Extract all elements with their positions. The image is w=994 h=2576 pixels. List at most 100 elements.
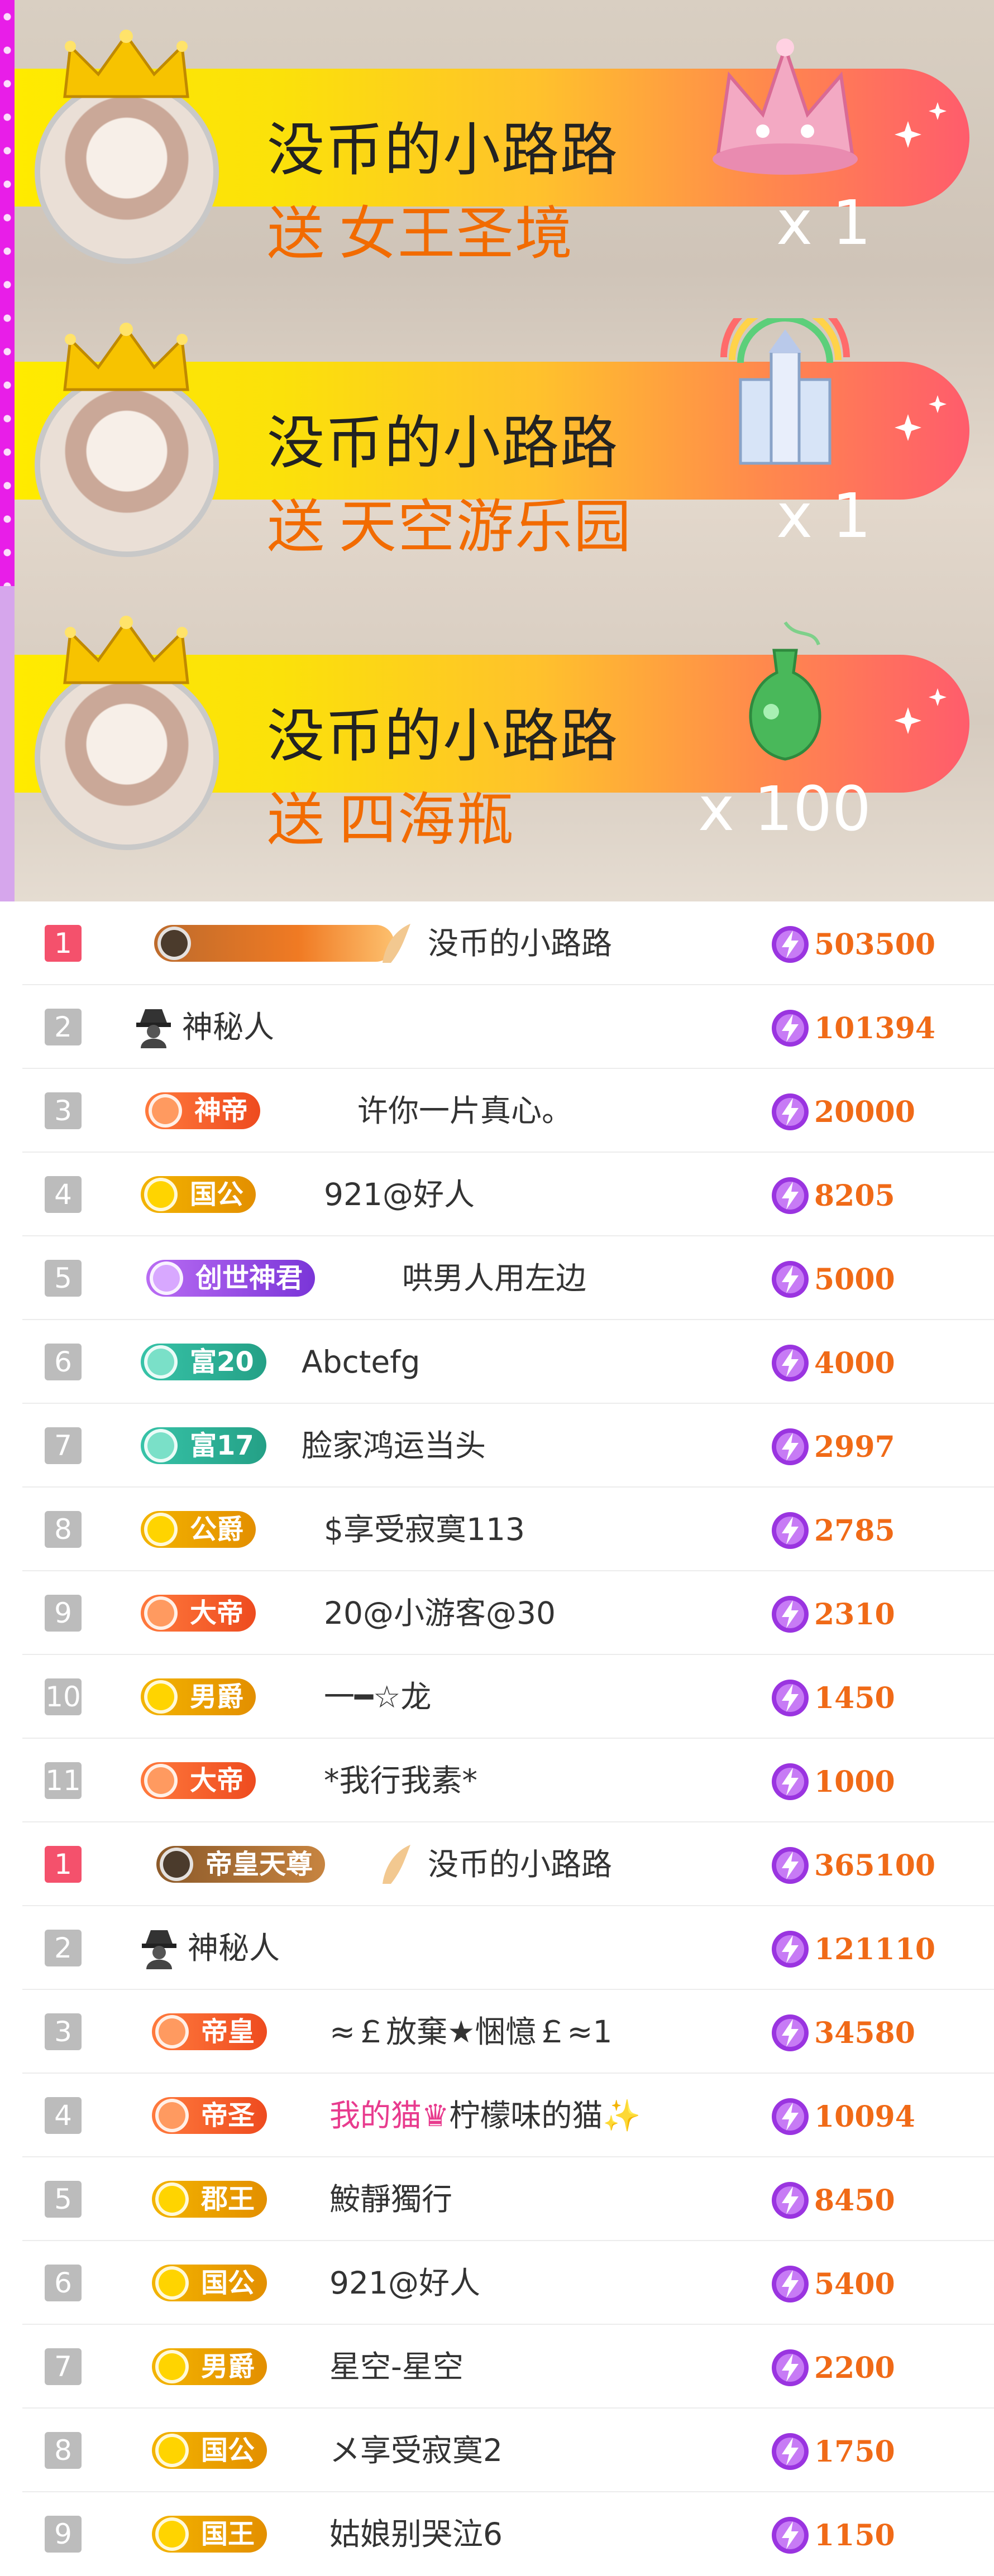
rank-number: 3 [45, 1092, 82, 1129]
rank-number: 4 [45, 2097, 82, 2134]
rank-number: 11 [45, 1762, 82, 1799]
list-item[interactable]: 1 没币的小路路 503500 [22, 901, 994, 985]
list-item[interactable]: 8 国公 メ享受寂寞2 1750 [22, 2409, 994, 2492]
list-item[interactable]: 9 大帝 20@小游客@30 2310 [22, 1571, 994, 1655]
level-badge: 男爵 [152, 2348, 267, 2385]
list-item[interactable]: 8 公爵 $享受寂寞113 2785 [22, 1488, 994, 1571]
user-name: $享受寂寞113 [324, 1512, 525, 1547]
list-item[interactable]: 7 富17 脸家鸿运当头 2997 [22, 1404, 994, 1488]
user-name: Abctefg [302, 1344, 420, 1380]
lightning-bolt-icon [772, 1093, 809, 1130]
avatar[interactable] [35, 80, 219, 264]
badge-coin-icon [144, 1345, 178, 1379]
user-name: 921@好人 [329, 2265, 480, 2301]
list-item[interactable]: 5 郡王 鮟靜獨行 8450 [22, 2157, 994, 2241]
badge-coin-icon [155, 2350, 189, 2383]
level-badge: 国王 [152, 2516, 267, 2553]
badge-coin-icon [155, 2266, 189, 2300]
gift-text: 送女王圣境 [267, 200, 574, 267]
level-badge: 富17 [141, 1427, 266, 1464]
sky-castle-gift-icon [720, 318, 850, 465]
gift-banner: 没币的小路路 送天空游乐园 x 1 [15, 296, 994, 560]
level-badge: 公爵 [141, 1511, 256, 1548]
list-item[interactable]: 5 创世神君 哄男人用左边 5000 [22, 1236, 994, 1320]
lightning-bolt-icon [772, 1010, 809, 1047]
lightning-bolt-icon [772, 1680, 809, 1716]
lightning-bolt-icon [772, 1847, 809, 1884]
level-badge: 国公 [152, 2265, 267, 2301]
avatar[interactable] [35, 373, 219, 557]
rank-number: 1 [45, 1846, 82, 1883]
lightning-bolt-icon [772, 1763, 809, 1800]
user-name: 没币的小路路 [428, 925, 613, 961]
badge-coin-icon [155, 2015, 189, 2049]
lightning-bolt-icon [772, 1177, 809, 1214]
list-item[interactable]: 10 男爵 一━☆龙 1450 [22, 1655, 994, 1739]
level-badge: 大帝 [141, 1762, 256, 1799]
lightning-bolt-icon [772, 2098, 809, 2135]
user-name: 921@好人 [324, 1177, 475, 1212]
level-badge: 富20 [141, 1344, 266, 1380]
level-badge: 帝皇 [152, 2013, 267, 2050]
list-item[interactable]: 3 神帝 许你一片真心。 20000 [22, 1069, 994, 1153]
badge-coin-icon [155, 2434, 189, 2467]
lightning-bolt-icon [772, 2517, 809, 2554]
user-name: 星空-星空 [329, 2349, 463, 2385]
gift-count: x 1 [776, 480, 871, 551]
level-badge: 大帝 [141, 1595, 256, 1632]
vase-gift-icon [749, 621, 821, 761]
spy-hat-icon [142, 1930, 176, 1969]
lightning-bolt-icon [772, 1345, 809, 1381]
gift-count: x 100 [697, 773, 871, 845]
gold-crown-icon [63, 30, 189, 98]
list-item[interactable]: 9 国王 姑娘别哭泣6 1150 [22, 2492, 994, 2576]
list-item[interactable]: 1 帝皇天尊 没币的小路路 365100 [22, 1822, 994, 1906]
queen-crown-gift-icon [713, 39, 858, 175]
sparkle-icon [895, 102, 947, 148]
list-item[interactable]: 4 国公 921@好人 8205 [22, 1153, 994, 1236]
list-item[interactable]: 4 帝圣 我的猫♛柠檬味的猫✨ 10094 [22, 2074, 994, 2157]
badge-coin-icon [144, 1764, 178, 1797]
user-name: 我的猫♛柠檬味的猫✨ [329, 2098, 641, 2133]
gold-crown-icon [63, 323, 189, 391]
spy-hat-icon [136, 1009, 171, 1048]
avatar[interactable] [35, 666, 219, 850]
lightning-bolt-icon [772, 2014, 809, 2051]
lightning-bolt-icon [772, 1428, 809, 1465]
sender-name: 没币的小路路 [267, 410, 619, 477]
user-name: *我行我素* [324, 1763, 478, 1798]
level-badge: 国公 [152, 2432, 267, 2469]
rank-number: 3 [45, 2013, 82, 2050]
rank-number: 5 [45, 2181, 82, 2218]
lightning-bolt-icon [772, 1931, 809, 1968]
badge-coin-icon [155, 2099, 189, 2132]
user-name: 神秘人 [188, 1930, 280, 1966]
level-badge: 神帝 [145, 1092, 261, 1129]
rank-number: 8 [45, 1511, 82, 1548]
left-edge-strip-lower [0, 586, 15, 901]
list-item[interactable]: 6 国公 921@好人 5400 [22, 2241, 994, 2325]
badge-coin-icon [155, 2517, 189, 2551]
list-item[interactable]: 2 神秘人 101394 [22, 985, 994, 1069]
gift-count: x 1 [776, 187, 871, 258]
user-name: 神秘人 [182, 1009, 275, 1045]
star-icon [157, 927, 191, 960]
list-item[interactable]: 11 大帝 *我行我素* 1000 [22, 1739, 994, 1822]
wing-icon [383, 924, 410, 963]
lightning-bolt-icon [772, 1261, 809, 1298]
badge-coin-icon [155, 2182, 189, 2216]
list-item[interactable]: 2 神秘人 121110 [22, 1906, 994, 1990]
list-item[interactable]: 3 帝皇 ≈￡放棄★悃憶￡≈1 34580 [22, 1990, 994, 2074]
user-name: 哄男人用左边 [402, 1260, 587, 1296]
user-name: 脸家鸿运当头 [302, 1428, 486, 1464]
gift-text: 送四海瓶 [267, 786, 515, 853]
list-item[interactable]: 7 男爵 星空-星空 2200 [22, 2325, 994, 2409]
level-badge: 国公 [141, 1176, 256, 1213]
rank-number: 6 [45, 1344, 82, 1380]
level-badge: 男爵 [141, 1678, 256, 1715]
user-name: 20@小游客@30 [324, 1595, 556, 1631]
gift-banner-area: 没币的小路路 送女王圣境 x 1 没币的小路路 送天空游乐园 x 1 没币的小路… [0, 0, 994, 901]
list-item[interactable]: 6 富20 Abctefg 4000 [22, 1320, 994, 1404]
badge-coin-icon [149, 1094, 182, 1128]
gift-banner: 没币的小路路 送女王圣境 x 1 [15, 3, 994, 267]
